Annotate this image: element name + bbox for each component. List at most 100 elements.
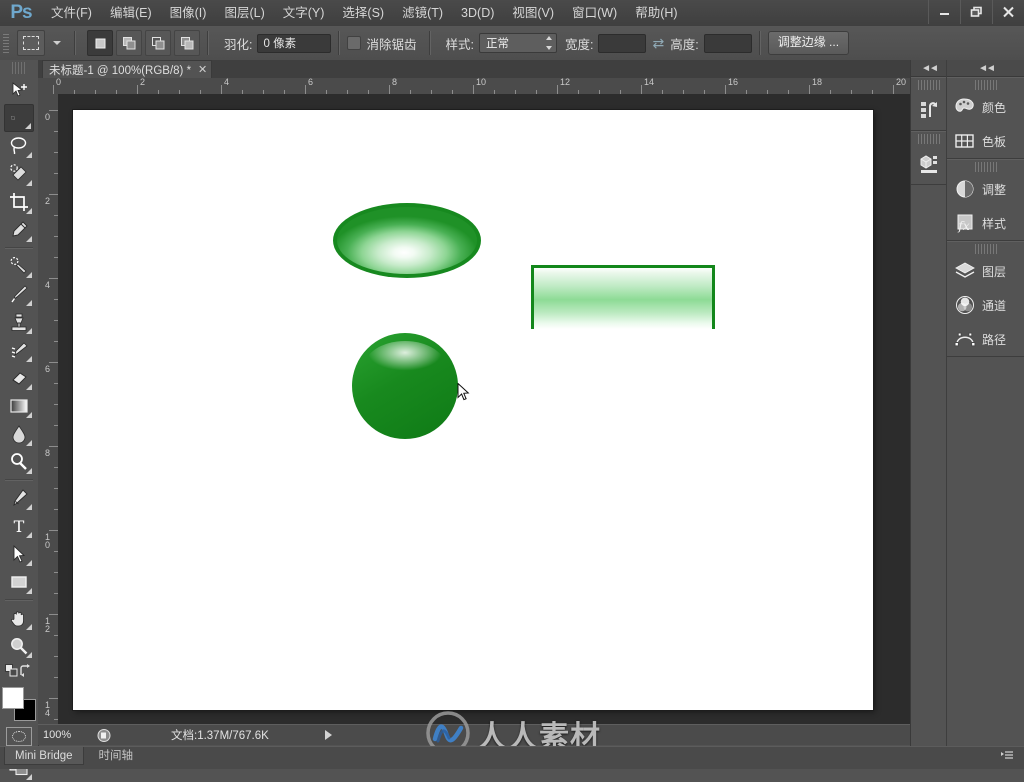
add-to-selection-button[interactable] xyxy=(116,30,142,56)
clone-stamp-tool[interactable] xyxy=(4,308,34,336)
document-info-label: 文档:1.37M/767.6K xyxy=(171,730,269,742)
ruler-label: 18 xyxy=(812,78,823,87)
tab-timeline[interactable]: 时间轴 xyxy=(87,747,145,765)
tab-mini-bridge[interactable]: Mini Bridge xyxy=(4,747,84,765)
zoom-level-input[interactable]: 100% xyxy=(38,727,89,743)
svg-text:T: T xyxy=(14,517,25,535)
ruler-label: 6 xyxy=(308,78,314,87)
menu-filter[interactable]: 滤镜(T) xyxy=(393,0,452,26)
path-selection-tool[interactable] xyxy=(4,540,34,568)
hand-tool[interactable] xyxy=(4,604,34,632)
layers-stack-icon xyxy=(954,260,976,282)
height-input[interactable] xyxy=(703,33,752,53)
dodge-tool[interactable] xyxy=(4,448,34,476)
styles-panel[interactable]: fx 样式 xyxy=(947,206,1024,240)
ruler-tick xyxy=(809,85,810,94)
spot-healing-brush-tool[interactable] xyxy=(4,252,34,280)
swap-arrows-icon[interactable]: ⇄ xyxy=(652,35,664,52)
rectangle-shape-tool[interactable] xyxy=(4,568,34,596)
restore-button[interactable] xyxy=(960,0,992,24)
document-tab[interactable]: 未标题-1 @ 100%(RGB/8) * ✕ xyxy=(42,60,213,78)
menu-view[interactable]: 视图(V) xyxy=(503,0,563,26)
panel-grip[interactable] xyxy=(918,80,940,90)
tool-preset-picker[interactable] xyxy=(17,30,45,56)
intersect-selection-button[interactable] xyxy=(174,30,200,56)
lasso-tool[interactable] xyxy=(4,132,34,160)
foreground-color-swatch[interactable] xyxy=(2,687,24,709)
quick-selection-tool[interactable] xyxy=(4,160,34,188)
menu-select[interactable]: 选择(S) xyxy=(333,0,393,26)
default-colors-icon[interactable] xyxy=(5,664,19,681)
vertical-ruler[interactable]: 0 2 4 6 8 10 12 14 xyxy=(38,94,59,724)
chevron-down-icon[interactable] xyxy=(53,41,61,45)
panel-menu-icon[interactable] xyxy=(1000,750,1014,762)
antialias-checkbox[interactable] xyxy=(347,36,362,50)
pen-tool[interactable] xyxy=(4,484,34,512)
right-triangle-icon[interactable] xyxy=(324,730,332,740)
swatches-panel[interactable]: 色板 xyxy=(947,124,1024,158)
ruler-label: 16 xyxy=(728,78,739,87)
type-tool[interactable]: T xyxy=(4,512,34,540)
rectangular-marquee-tool[interactable] xyxy=(4,104,34,132)
quick-mask-button[interactable] xyxy=(6,727,32,746)
color-panel[interactable]: 颜色 xyxy=(947,90,1024,124)
refine-edge-button[interactable]: 调整边缘 ... xyxy=(767,31,850,55)
blur-tool[interactable] xyxy=(4,420,34,448)
history-brush-tool[interactable] xyxy=(4,336,34,364)
new-selection-button[interactable] xyxy=(87,30,113,56)
paths-panel[interactable]: 路径 xyxy=(947,322,1024,356)
ruler-tick xyxy=(557,85,558,94)
menu-file[interactable]: 文件(F) xyxy=(42,0,101,26)
close-button[interactable] xyxy=(992,0,1024,24)
gradient-tool[interactable] xyxy=(4,392,34,420)
crop-tool[interactable] xyxy=(4,188,34,216)
menu-type[interactable]: 文字(Y) xyxy=(274,0,334,26)
svg-text:fx: fx xyxy=(957,219,969,233)
layers-panel[interactable]: 图层 xyxy=(947,254,1024,288)
panel-grip[interactable] xyxy=(918,134,940,144)
panel-grip[interactable] xyxy=(975,244,997,254)
eraser-tool[interactable] xyxy=(4,364,34,392)
eyedropper-tool[interactable] xyxy=(4,216,34,244)
adjustments-panel[interactable]: 调整 xyxy=(947,172,1024,206)
ruler-tick xyxy=(49,362,58,363)
style-select[interactable]: 正常 xyxy=(478,33,557,53)
brush-tool[interactable] xyxy=(4,280,34,308)
canvas[interactable] xyxy=(73,110,873,710)
panel-grip[interactable] xyxy=(975,162,997,172)
move-tool[interactable] xyxy=(4,76,34,104)
subtract-from-selection-button[interactable] xyxy=(145,30,171,56)
collapse-dock-button-left[interactable]: ◄◄ xyxy=(911,60,947,77)
channels-panel[interactable]: 通道 xyxy=(947,288,1024,322)
minimize-button[interactable] xyxy=(928,0,960,24)
double-left-arrow-icon: ◄◄ xyxy=(921,62,939,74)
horizontal-ruler[interactable]: 0 2 4 6 8 10 12 14 16 18 20 xyxy=(38,78,910,95)
feather-input[interactable]: 0 像素 xyxy=(257,33,332,53)
swap-colors-icon[interactable] xyxy=(19,664,33,681)
ruler-tick xyxy=(49,530,58,531)
menu-layer[interactable]: 图层(L) xyxy=(215,0,273,26)
menu-help[interactable]: 帮助(H) xyxy=(626,0,686,26)
width-input[interactable] xyxy=(598,33,647,53)
menu-3d[interactable]: 3D(D) xyxy=(452,0,503,26)
ruler-tick xyxy=(221,85,222,94)
close-icon[interactable]: ✕ xyxy=(198,64,207,76)
tools-panel-grip[interactable] xyxy=(12,62,26,74)
zoom-tool[interactable] xyxy=(4,632,34,660)
collapse-dock-button-right[interactable]: ◄◄ xyxy=(947,60,1024,77)
history-mini-panel[interactable] xyxy=(911,77,947,131)
green-rectangle-shape[interactable] xyxy=(531,265,715,329)
document-area[interactable] xyxy=(58,94,910,724)
green-sphere-shape[interactable] xyxy=(352,333,458,439)
color-swatches[interactable] xyxy=(2,687,36,721)
document-preview-icon[interactable] xyxy=(95,727,113,743)
menu-window[interactable]: 窗口(W) xyxy=(563,0,626,26)
menu-edit[interactable]: 编辑(E) xyxy=(101,0,161,26)
green-ellipse-shape[interactable] xyxy=(333,203,481,278)
ruler-label: 20 xyxy=(896,78,907,87)
menu-image[interactable]: 图像(I) xyxy=(161,0,216,26)
ruler-label: 14 xyxy=(644,78,655,87)
panel-grip[interactable] xyxy=(975,80,997,90)
options-bar-grip[interactable] xyxy=(2,32,10,54)
3d-mini-panel[interactable] xyxy=(911,131,947,185)
